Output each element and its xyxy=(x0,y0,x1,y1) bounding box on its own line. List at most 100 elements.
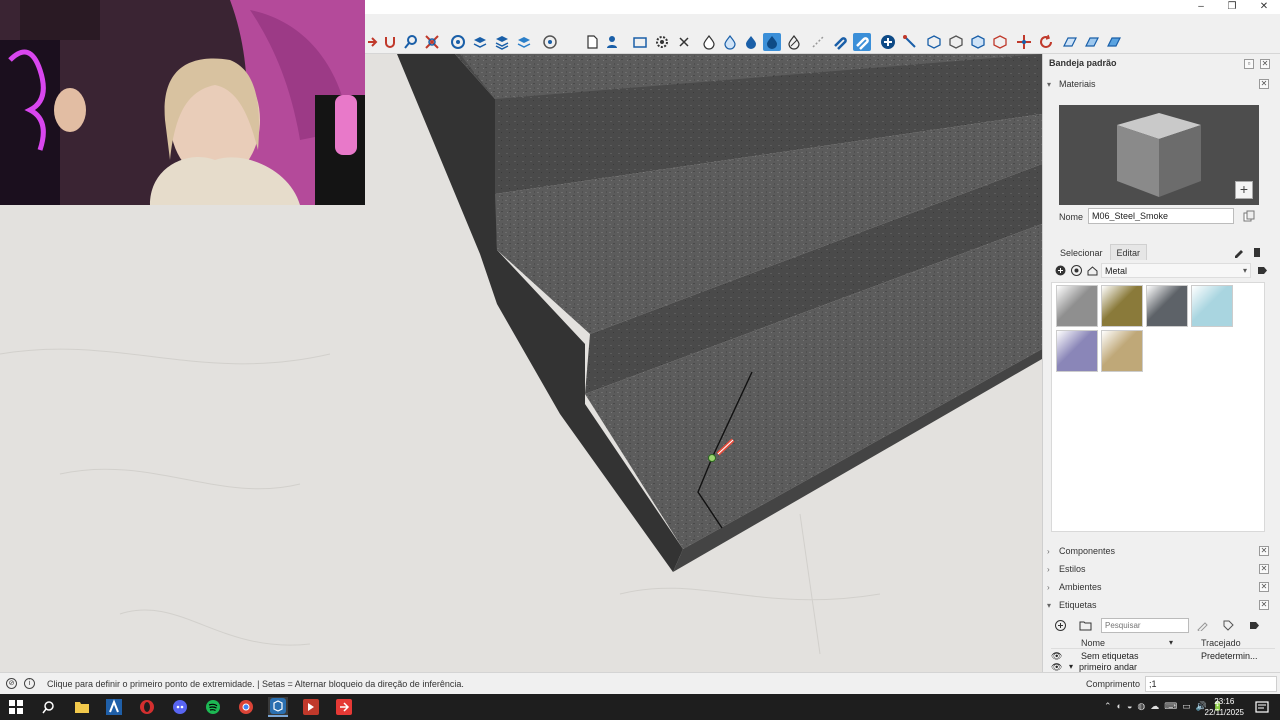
move-icon[interactable] xyxy=(1015,33,1033,51)
section-icon[interactable] xyxy=(449,33,467,51)
swatch-steel[interactable] xyxy=(1056,285,1098,327)
drop2-icon[interactable] xyxy=(721,33,739,51)
eyedropper-icon[interactable] xyxy=(1233,246,1245,258)
pin-icon[interactable]: ▫ xyxy=(1244,59,1254,69)
layers3-icon[interactable] xyxy=(515,33,533,51)
eraser-icon[interactable] xyxy=(785,33,803,51)
chevron-down-icon: ▾ xyxy=(1047,79,1052,89)
sketchup-window: – ❐ ✕ Bandeja padrão ▫ ✕ ▾ Materiais ✕ +… xyxy=(0,0,1280,720)
solid4-icon[interactable] xyxy=(991,33,1009,51)
name-label: Nome xyxy=(1059,212,1084,222)
endpoint-marker xyxy=(708,454,716,462)
styles-icon[interactable] xyxy=(541,33,559,51)
rotate2-icon[interactable] xyxy=(1037,33,1055,51)
styles-section-header[interactable]: › Estilos ✕ xyxy=(1047,561,1269,577)
drop1-icon[interactable] xyxy=(700,33,718,51)
materials-section-header[interactable]: ▾ Materiais ✕ xyxy=(1047,76,1269,92)
recorder-icon[interactable] xyxy=(301,697,321,717)
zoom-extents-icon[interactable] xyxy=(423,33,441,51)
chrome-icon[interactable] xyxy=(236,697,256,717)
environments-close-icon[interactable]: ✕ xyxy=(1259,582,1269,592)
components-section-header[interactable]: › Componentes ✕ xyxy=(1047,543,1269,559)
main-toolbar xyxy=(365,30,1280,54)
zoom-icon[interactable] xyxy=(402,33,420,51)
library-select[interactable]: Metal ▾ xyxy=(1101,263,1251,278)
tab-select[interactable]: Selecionar xyxy=(1053,244,1110,260)
geo-icon[interactable]: ⊘ xyxy=(6,678,17,689)
create-material-button[interactable]: + xyxy=(1235,181,1253,199)
solid1-icon[interactable] xyxy=(925,33,943,51)
details-icon[interactable] xyxy=(1251,246,1263,258)
solid2-icon[interactable] xyxy=(947,33,965,51)
chevron-down-icon: ▾ xyxy=(1169,638,1174,647)
settings-icon[interactable] xyxy=(653,33,671,51)
wand-icon[interactable] xyxy=(901,33,919,51)
components-close-icon[interactable]: ✕ xyxy=(1259,546,1269,556)
restore-button[interactable]: ❐ xyxy=(1217,0,1247,14)
windows-start-icon[interactable] xyxy=(6,697,26,717)
close-window-button[interactable]: ✕ xyxy=(1249,0,1279,14)
environments-section-header[interactable]: › Ambientes ✕ xyxy=(1047,579,1269,595)
add-icon[interactable] xyxy=(879,33,897,51)
tags-section-header[interactable]: ▾ Etiquetas ✕ xyxy=(1047,597,1269,613)
opera-icon[interactable] xyxy=(137,697,157,717)
rectangle-icon[interactable] xyxy=(631,33,649,51)
material-name-field[interactable] xyxy=(1088,208,1234,224)
home-icon[interactable] xyxy=(1087,265,1098,276)
library-details-icon[interactable] xyxy=(1257,265,1268,276)
tags-details-icon[interactable] xyxy=(1249,620,1260,631)
grid1-icon[interactable] xyxy=(1061,33,1079,51)
swatch-violet[interactable] xyxy=(1056,330,1098,372)
swatch-gold[interactable] xyxy=(1101,285,1143,327)
discord-icon[interactable] xyxy=(170,697,190,717)
swatch-blue[interactable] xyxy=(1191,285,1233,327)
tab-edit[interactable]: Editar xyxy=(1109,244,1148,260)
app-a-icon[interactable] xyxy=(104,697,124,717)
rotate-icon[interactable] xyxy=(381,33,399,51)
tag-dash-column[interactable]: Tracejado xyxy=(1201,638,1241,648)
eye-icon[interactable]: 👁 xyxy=(1051,651,1062,662)
grid2-icon[interactable] xyxy=(1083,33,1101,51)
webcam-overlay xyxy=(0,0,365,205)
expand-icon[interactable]: ▾ xyxy=(1069,662,1073,671)
taskbar-clock[interactable]: 23:16 22/11/2025 xyxy=(1205,696,1244,718)
magnet2-icon[interactable] xyxy=(853,33,871,51)
solid3-icon[interactable] xyxy=(969,33,987,51)
magnet-icon[interactable] xyxy=(831,33,849,51)
chevron-down-icon: ▾ xyxy=(1047,600,1052,610)
back-icon[interactable] xyxy=(1055,265,1066,276)
materials-close-icon[interactable]: ✕ xyxy=(1259,79,1269,89)
tag-name-column[interactable]: Nome xyxy=(1081,638,1105,648)
search-icon[interactable] xyxy=(38,697,58,717)
file-explorer-icon[interactable] xyxy=(72,697,92,717)
tags-search-input[interactable] xyxy=(1101,618,1189,633)
measurements-box[interactable] xyxy=(1145,676,1277,692)
tag-icon[interactable] xyxy=(1223,620,1234,631)
swatch-brass[interactable] xyxy=(1101,330,1143,372)
minimize-button[interactable]: – xyxy=(1186,0,1216,14)
add-tag-icon[interactable] xyxy=(1055,620,1066,631)
grid3-icon[interactable] xyxy=(1105,33,1123,51)
layers-icon[interactable] xyxy=(471,33,489,51)
close-icon[interactable] xyxy=(675,33,693,51)
spotify-icon[interactable] xyxy=(203,697,223,717)
swatch-steel-smoke[interactable] xyxy=(1146,285,1188,327)
styles-close-icon[interactable]: ✕ xyxy=(1259,564,1269,574)
notifications-icon[interactable] xyxy=(1252,697,1272,717)
paint-bucket-icon[interactable] xyxy=(763,33,781,51)
model-materials-icon[interactable] xyxy=(1071,265,1082,276)
duplicate-icon[interactable] xyxy=(1243,210,1255,222)
sketchup-icon[interactable] xyxy=(268,697,288,717)
stream-icon[interactable] xyxy=(334,697,354,717)
drop3-icon[interactable] xyxy=(742,33,760,51)
layers2-icon[interactable] xyxy=(493,33,511,51)
grid-icon[interactable] xyxy=(809,33,827,51)
person-icon[interactable] xyxy=(603,33,621,51)
tray-close-icon[interactable]: ✕ xyxy=(1260,59,1270,69)
tag-row[interactable]: 👁 Sem etiquetas Predetermin... xyxy=(1051,651,1275,662)
page-icon[interactable] xyxy=(583,33,601,51)
tags-close-icon[interactable]: ✕ xyxy=(1259,600,1269,610)
info-icon[interactable]: i xyxy=(24,678,35,689)
pencil-icon[interactable] xyxy=(1197,620,1208,631)
add-folder-icon[interactable] xyxy=(1079,620,1092,631)
